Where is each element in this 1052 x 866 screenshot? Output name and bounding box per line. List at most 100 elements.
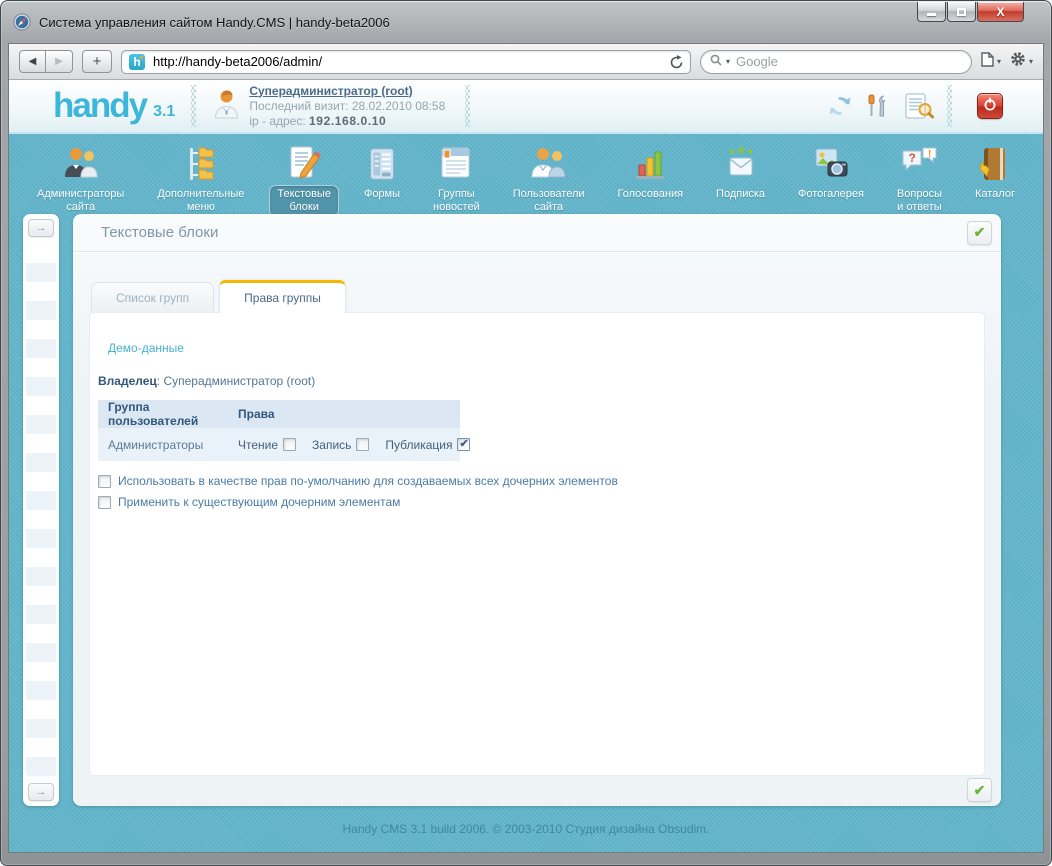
- new-tab-button[interactable]: +: [82, 50, 112, 73]
- minimize-icon: [927, 13, 936, 16]
- col-rights-header: Права: [238, 407, 275, 421]
- ip-line: ip - адрес: 192.168.0.10: [249, 113, 387, 128]
- forward-button[interactable]: ▶: [46, 50, 73, 73]
- module-panel: Текстовые блоки ✔ Список групп Права гру…: [73, 214, 1001, 806]
- default-rights-checkbox[interactable]: [98, 474, 111, 488]
- sidebar-expand-top-button[interactable]: →: [28, 219, 54, 237]
- user-avatar-icon: [214, 89, 239, 124]
- search-icon: [710, 53, 722, 71]
- refresh-icon[interactable]: [828, 95, 852, 117]
- logout-button[interactable]: [977, 93, 1003, 119]
- nav-forms[interactable]: Формы: [356, 141, 408, 204]
- cms-page: handy 3.1 Суперадминистратор (root) Посл…: [9, 80, 1043, 852]
- ip-address: 192.168.0.10: [309, 113, 387, 128]
- close-button[interactable]: X: [977, 2, 1024, 22]
- votes-icon: [630, 141, 670, 183]
- tab-content: Демо-данные Владелец: Суперадминистратор…: [89, 312, 985, 776]
- gear-icon: [1010, 51, 1026, 72]
- tab-group-list[interactable]: Список групп: [91, 282, 215, 312]
- tab-group-rights[interactable]: Права группы: [219, 280, 346, 313]
- option-apply-children: Применить к существующим дочерним элемен…: [98, 495, 618, 509]
- permission-read: Чтение: [238, 438, 301, 452]
- power-icon: [983, 97, 997, 116]
- sidebar-stripes: [26, 244, 56, 776]
- nav-photo-gallery[interactable]: Фотогалерея: [790, 141, 872, 204]
- site-users-icon: [529, 141, 569, 183]
- sidebar-expand-bottom-button[interactable]: →: [28, 783, 54, 801]
- window-controls: X: [917, 2, 1024, 22]
- search-input[interactable]: [733, 53, 962, 70]
- catalog-icon: [975, 141, 1015, 183]
- module-nav: Администраторы сайта Дополнительные меню…: [9, 136, 1043, 217]
- nav-catalog[interactable]: Каталог: [967, 141, 1023, 204]
- footer-copyright: Handy CMS 3.1 build 2006. © 2003-2010 Ст…: [342, 822, 710, 836]
- back-button[interactable]: ◀: [19, 50, 46, 73]
- nav-news-groups[interactable]: Группы новостей: [425, 141, 488, 217]
- save-bottom-button[interactable]: ✔: [967, 778, 992, 802]
- browser-toolbar: ◀ ▶ + h ▾ ▾: [9, 44, 1043, 80]
- maximize-button[interactable]: [947, 2, 976, 22]
- col-group-header: Группа пользователей: [108, 400, 199, 428]
- text-blocks-icon: [284, 141, 324, 183]
- url-input[interactable]: [151, 53, 664, 70]
- address-bar[interactable]: h: [121, 49, 691, 74]
- browser-window: Система управления сайтом Handy.CMS | ha…: [0, 0, 1052, 866]
- window-title: Система управления сайтом Handy.CMS | ha…: [39, 14, 390, 30]
- browser-chrome: ◀ ▶ + h ▾ ▾: [8, 43, 1044, 853]
- cms-header: handy 3.1 Суперадминистратор (root) Посл…: [9, 80, 1043, 134]
- news-groups-icon: [436, 141, 476, 183]
- nav-site-admins[interactable]: Администраторы сайта: [29, 141, 132, 217]
- settings-menu-button[interactable]: ▾: [1010, 51, 1033, 72]
- option-default-rights: Использовать в качестве прав по-умолчани…: [98, 474, 618, 488]
- page-menu-button[interactable]: ▾: [981, 51, 1001, 72]
- search-dropdown-icon[interactable]: ▾: [726, 57, 730, 66]
- permission-write: Запись: [312, 438, 374, 452]
- nav-questions-answers[interactable]: ?! Вопросы и ответы: [889, 141, 950, 217]
- browser-compass-icon: [13, 13, 31, 31]
- nav-votes[interactable]: Голосования: [610, 141, 692, 204]
- collapsed-sidebar: → →: [23, 214, 59, 806]
- nav-subscription[interactable]: Подписка: [708, 141, 773, 204]
- svg-text:!: !: [928, 149, 931, 160]
- demo-data-link[interactable]: Демо-данные: [108, 341, 184, 355]
- panel-header: Текстовые блоки ✔: [73, 214, 1001, 252]
- header-separator: [465, 85, 471, 127]
- panel-title: Текстовые блоки: [101, 224, 219, 241]
- maximize-icon: [957, 7, 966, 16]
- logo-version: 3.1: [153, 103, 176, 120]
- questions-answers-icon: ?!: [899, 141, 939, 183]
- reload-icon[interactable]: [670, 54, 683, 69]
- nav-site-users[interactable]: Пользователи сайта: [505, 141, 593, 217]
- photo-gallery-icon: [811, 141, 851, 183]
- nav-extra-menu[interactable]: Дополнительные меню: [149, 141, 252, 217]
- forms-icon: [363, 141, 401, 183]
- current-user-link[interactable]: Суперадминистратор (root): [249, 84, 412, 98]
- search-field[interactable]: ▾: [699, 49, 972, 74]
- subscription-icon: [721, 141, 761, 183]
- user-info: Суперадминистратор (root) Последний визи…: [214, 84, 445, 129]
- panel-tabs: Список групп Права группы: [91, 276, 351, 313]
- site-admins-icon: [61, 141, 101, 183]
- permission-publish: Публикация: [385, 437, 475, 452]
- write-checkbox[interactable]: [356, 438, 370, 451]
- tools-icon[interactable]: [865, 94, 891, 118]
- svg-text:?: ?: [909, 151, 916, 165]
- last-visit-text: Последний визит: 28.02.2010 08:58: [249, 98, 446, 113]
- read-checkbox[interactable]: [283, 438, 297, 451]
- publish-checkbox[interactable]: [457, 437, 471, 451]
- owner-line: Владелец: Суперадминистратор (root): [98, 374, 316, 388]
- table-header-row: Группа пользователей Права: [98, 400, 460, 428]
- rights-table: Группа пользователей Права Администратор…: [98, 400, 471, 461]
- table-row: Администраторы Чтение Запись Публикация …: [98, 428, 471, 461]
- handy-logo: handy 3.1: [53, 88, 176, 123]
- save-top-button[interactable]: ✔: [967, 220, 992, 245]
- close-icon: X: [996, 4, 1005, 19]
- page-icon: [981, 51, 994, 72]
- apply-children-checkbox[interactable]: [98, 495, 111, 509]
- header-separator: [191, 85, 197, 127]
- minimize-button[interactable]: [917, 2, 946, 22]
- option-list: Использовать в качестве прав по-умолчани…: [98, 474, 618, 509]
- nav-text-blocks[interactable]: Текстовые блоки: [269, 141, 339, 217]
- header-separator: [947, 85, 952, 127]
- search-document-icon[interactable]: [904, 93, 934, 119]
